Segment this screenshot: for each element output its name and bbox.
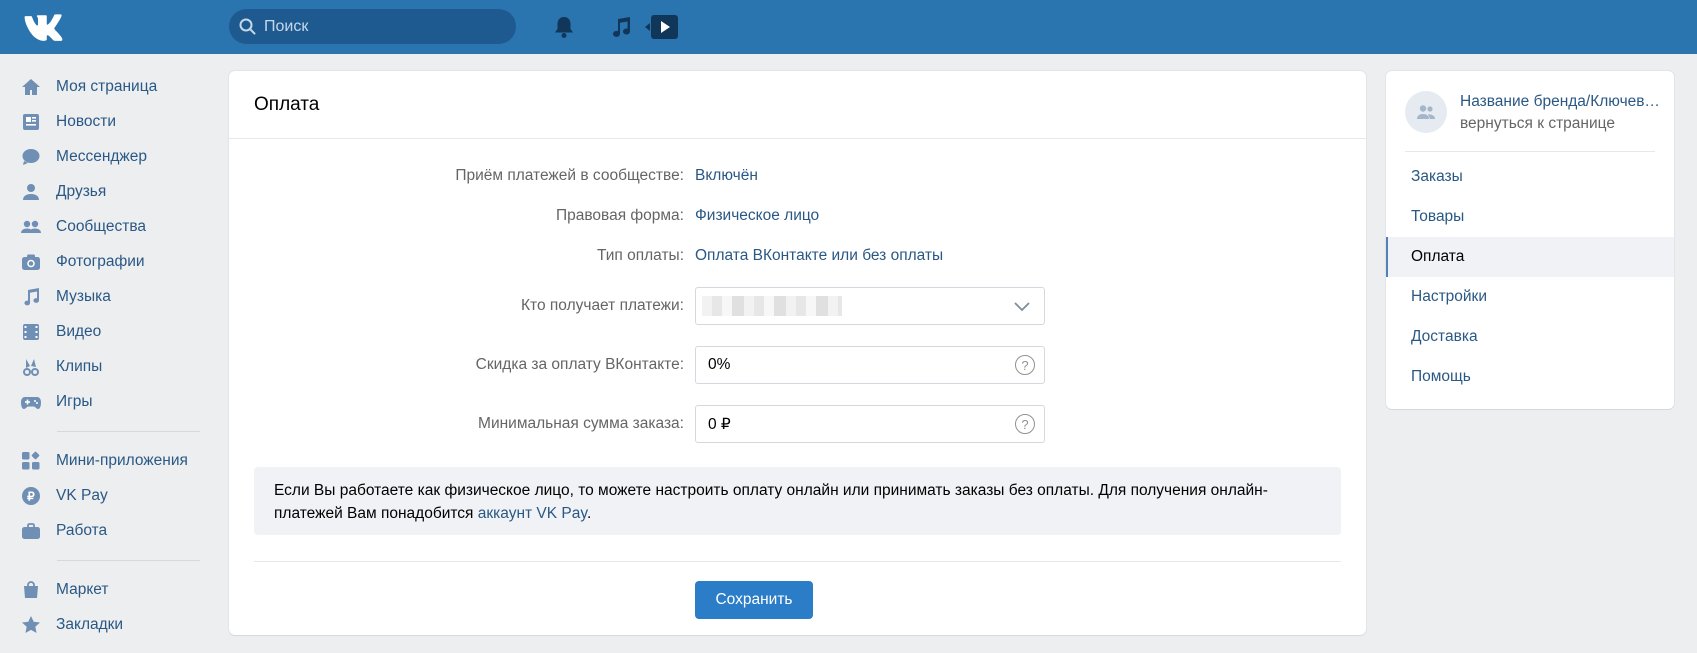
mini-apps-icon	[20, 450, 42, 472]
clips-icon	[20, 356, 42, 378]
bell-icon[interactable]	[549, 12, 579, 42]
search-input[interactable]	[264, 9, 504, 44]
menu-item-products[interactable]: Товары	[1386, 197, 1674, 237]
sidebar-item-vk-pay[interactable]: ₽ VK Pay	[20, 479, 210, 513]
notice-text: Если Вы работаете как физическое лицо, т…	[274, 482, 1268, 522]
sidebar-item-friends[interactable]: Друзья	[20, 175, 210, 209]
min-sum-input[interactable]	[708, 406, 988, 442]
search-icon	[239, 18, 256, 35]
sidebar-item-label: Моя страница	[56, 78, 158, 95]
sidebar-item-mini-apps[interactable]: Мини-приложения	[20, 444, 210, 478]
sidebar-item-my-page[interactable]: Моя страница	[20, 70, 210, 104]
help-question-icon[interactable]: ?	[1015, 355, 1035, 375]
card-divider	[254, 561, 1341, 562]
sidebar-item-messenger[interactable]: Мессенджер	[20, 140, 210, 174]
sidebar-item-label: Видео	[56, 323, 102, 340]
video-icon	[20, 321, 42, 343]
star-icon	[20, 614, 42, 636]
payment-settings-card: Оплата Приём платежей в сообществе: Вклю…	[229, 71, 1366, 635]
vk-logo-icon[interactable]	[22, 12, 66, 42]
discount-field[interactable]: ?	[695, 346, 1045, 384]
payments-status-link[interactable]: Включён	[695, 167, 758, 185]
sidebar-item-label: Работа	[56, 522, 108, 539]
discount-input[interactable]	[708, 347, 988, 383]
sidebar-divider	[57, 431, 200, 432]
music-note-icon[interactable]	[606, 12, 636, 42]
briefcase-icon	[20, 520, 42, 542]
sidebar-divider	[57, 560, 200, 561]
info-notice: Если Вы работаете как физическое лицо, т…	[254, 467, 1341, 535]
sidebar-item-photos[interactable]: Фотографии	[20, 245, 210, 279]
panel-divider	[1405, 151, 1655, 152]
community-group-icon	[1417, 105, 1435, 119]
payments-label: Приём платежей в сообществе:	[455, 167, 684, 184]
home-icon	[20, 76, 42, 98]
sidebar-item-label: Маркет	[56, 581, 109, 598]
vk-pay-icon: ₽	[20, 485, 42, 507]
sidebar-item-clips[interactable]: Клипы	[20, 350, 210, 384]
sidebar-item-games[interactable]: Игры	[20, 385, 210, 419]
sidebar-item-video[interactable]: Видео	[20, 315, 210, 349]
games-icon	[20, 391, 42, 413]
camera-icon	[20, 251, 42, 273]
vk-pay-account-link[interactable]: аккаунт VK Pay	[478, 505, 587, 522]
sidebar-item-label: Фотографии	[56, 253, 145, 270]
messenger-icon	[20, 146, 42, 168]
sidebar-item-music[interactable]: Музыка	[20, 280, 210, 314]
news-icon	[20, 111, 42, 133]
sidebar-item-label: Мессенджер	[56, 148, 148, 165]
menu-item-payment-active[interactable]: Оплата	[1386, 237, 1674, 277]
payment-type-link[interactable]: Оплата ВКонтакте или без оплаты	[695, 247, 943, 265]
receiver-select[interactable]	[695, 287, 1045, 325]
notice-end: .	[586, 505, 592, 522]
card-header: Оплата	[229, 71, 1366, 139]
sidebar-item-bookmarks[interactable]: Закладки	[20, 608, 210, 642]
sidebar-item-label: Друзья	[56, 183, 107, 200]
sidebar-item-label: Новости	[56, 113, 117, 130]
svg-text:₽: ₽	[27, 490, 35, 504]
payment-type-label: Тип оплаты:	[596, 247, 684, 264]
community-name-link[interactable]: Название бренда/Ключевое слово	[1460, 93, 1660, 111]
help-question-icon[interactable]: ?	[1015, 414, 1035, 434]
discount-label: Скидка за оплату ВКонтакте:	[475, 356, 684, 373]
back-to-page-link[interactable]: вернуться к странице	[1460, 115, 1615, 133]
community-avatar[interactable]	[1405, 91, 1447, 133]
sidebar-item-label: VK Pay	[56, 487, 108, 504]
save-button[interactable]: Сохранить	[695, 581, 813, 619]
sidebar-item-communities[interactable]: Сообщества	[20, 210, 210, 244]
menu-item-help[interactable]: Помощь	[1386, 357, 1674, 397]
sidebar-item-label: Клипы	[56, 358, 103, 375]
sidebar-item-label: Музыка	[56, 288, 111, 305]
min-sum-label: Минимальная сумма заказа:	[478, 415, 684, 432]
receiver-label: Кто получает платежи:	[521, 297, 684, 314]
sidebar-item-jobs[interactable]: Работа	[20, 514, 210, 548]
chevron-down-icon	[1014, 302, 1030, 312]
menu-item-delivery[interactable]: Доставка	[1386, 317, 1674, 357]
play-video-icon[interactable]	[645, 12, 679, 42]
blurred-receiver-value	[702, 296, 842, 316]
search-box[interactable]	[229, 9, 516, 44]
legal-form-link[interactable]: Физическое лицо	[695, 207, 819, 225]
menu-item-orders[interactable]: Заказы	[1386, 157, 1674, 197]
legal-form-label: Правовая форма:	[555, 207, 684, 224]
sidebar-item-label: Игры	[56, 393, 93, 410]
sidebar-item-label: Мини-приложения	[56, 452, 188, 469]
communities-icon	[20, 216, 42, 238]
sidebar-item-label: Закладки	[56, 616, 124, 633]
min-sum-field[interactable]: ?	[695, 405, 1045, 443]
menu-item-settings[interactable]: Настройки	[1386, 277, 1674, 317]
sidebar-item-news[interactable]: Новости	[20, 105, 210, 139]
market-bag-icon	[20, 579, 42, 601]
sidebar-item-label: Сообщества	[56, 218, 147, 235]
right-menu-panel: Название бренда/Ключевое слово вернуться…	[1386, 71, 1674, 409]
page-title: Оплата	[254, 93, 320, 115]
sidebar-item-market[interactable]: Маркет	[20, 573, 210, 607]
music-icon	[20, 286, 42, 308]
top-header	[0, 0, 1697, 54]
friends-icon	[20, 181, 42, 203]
